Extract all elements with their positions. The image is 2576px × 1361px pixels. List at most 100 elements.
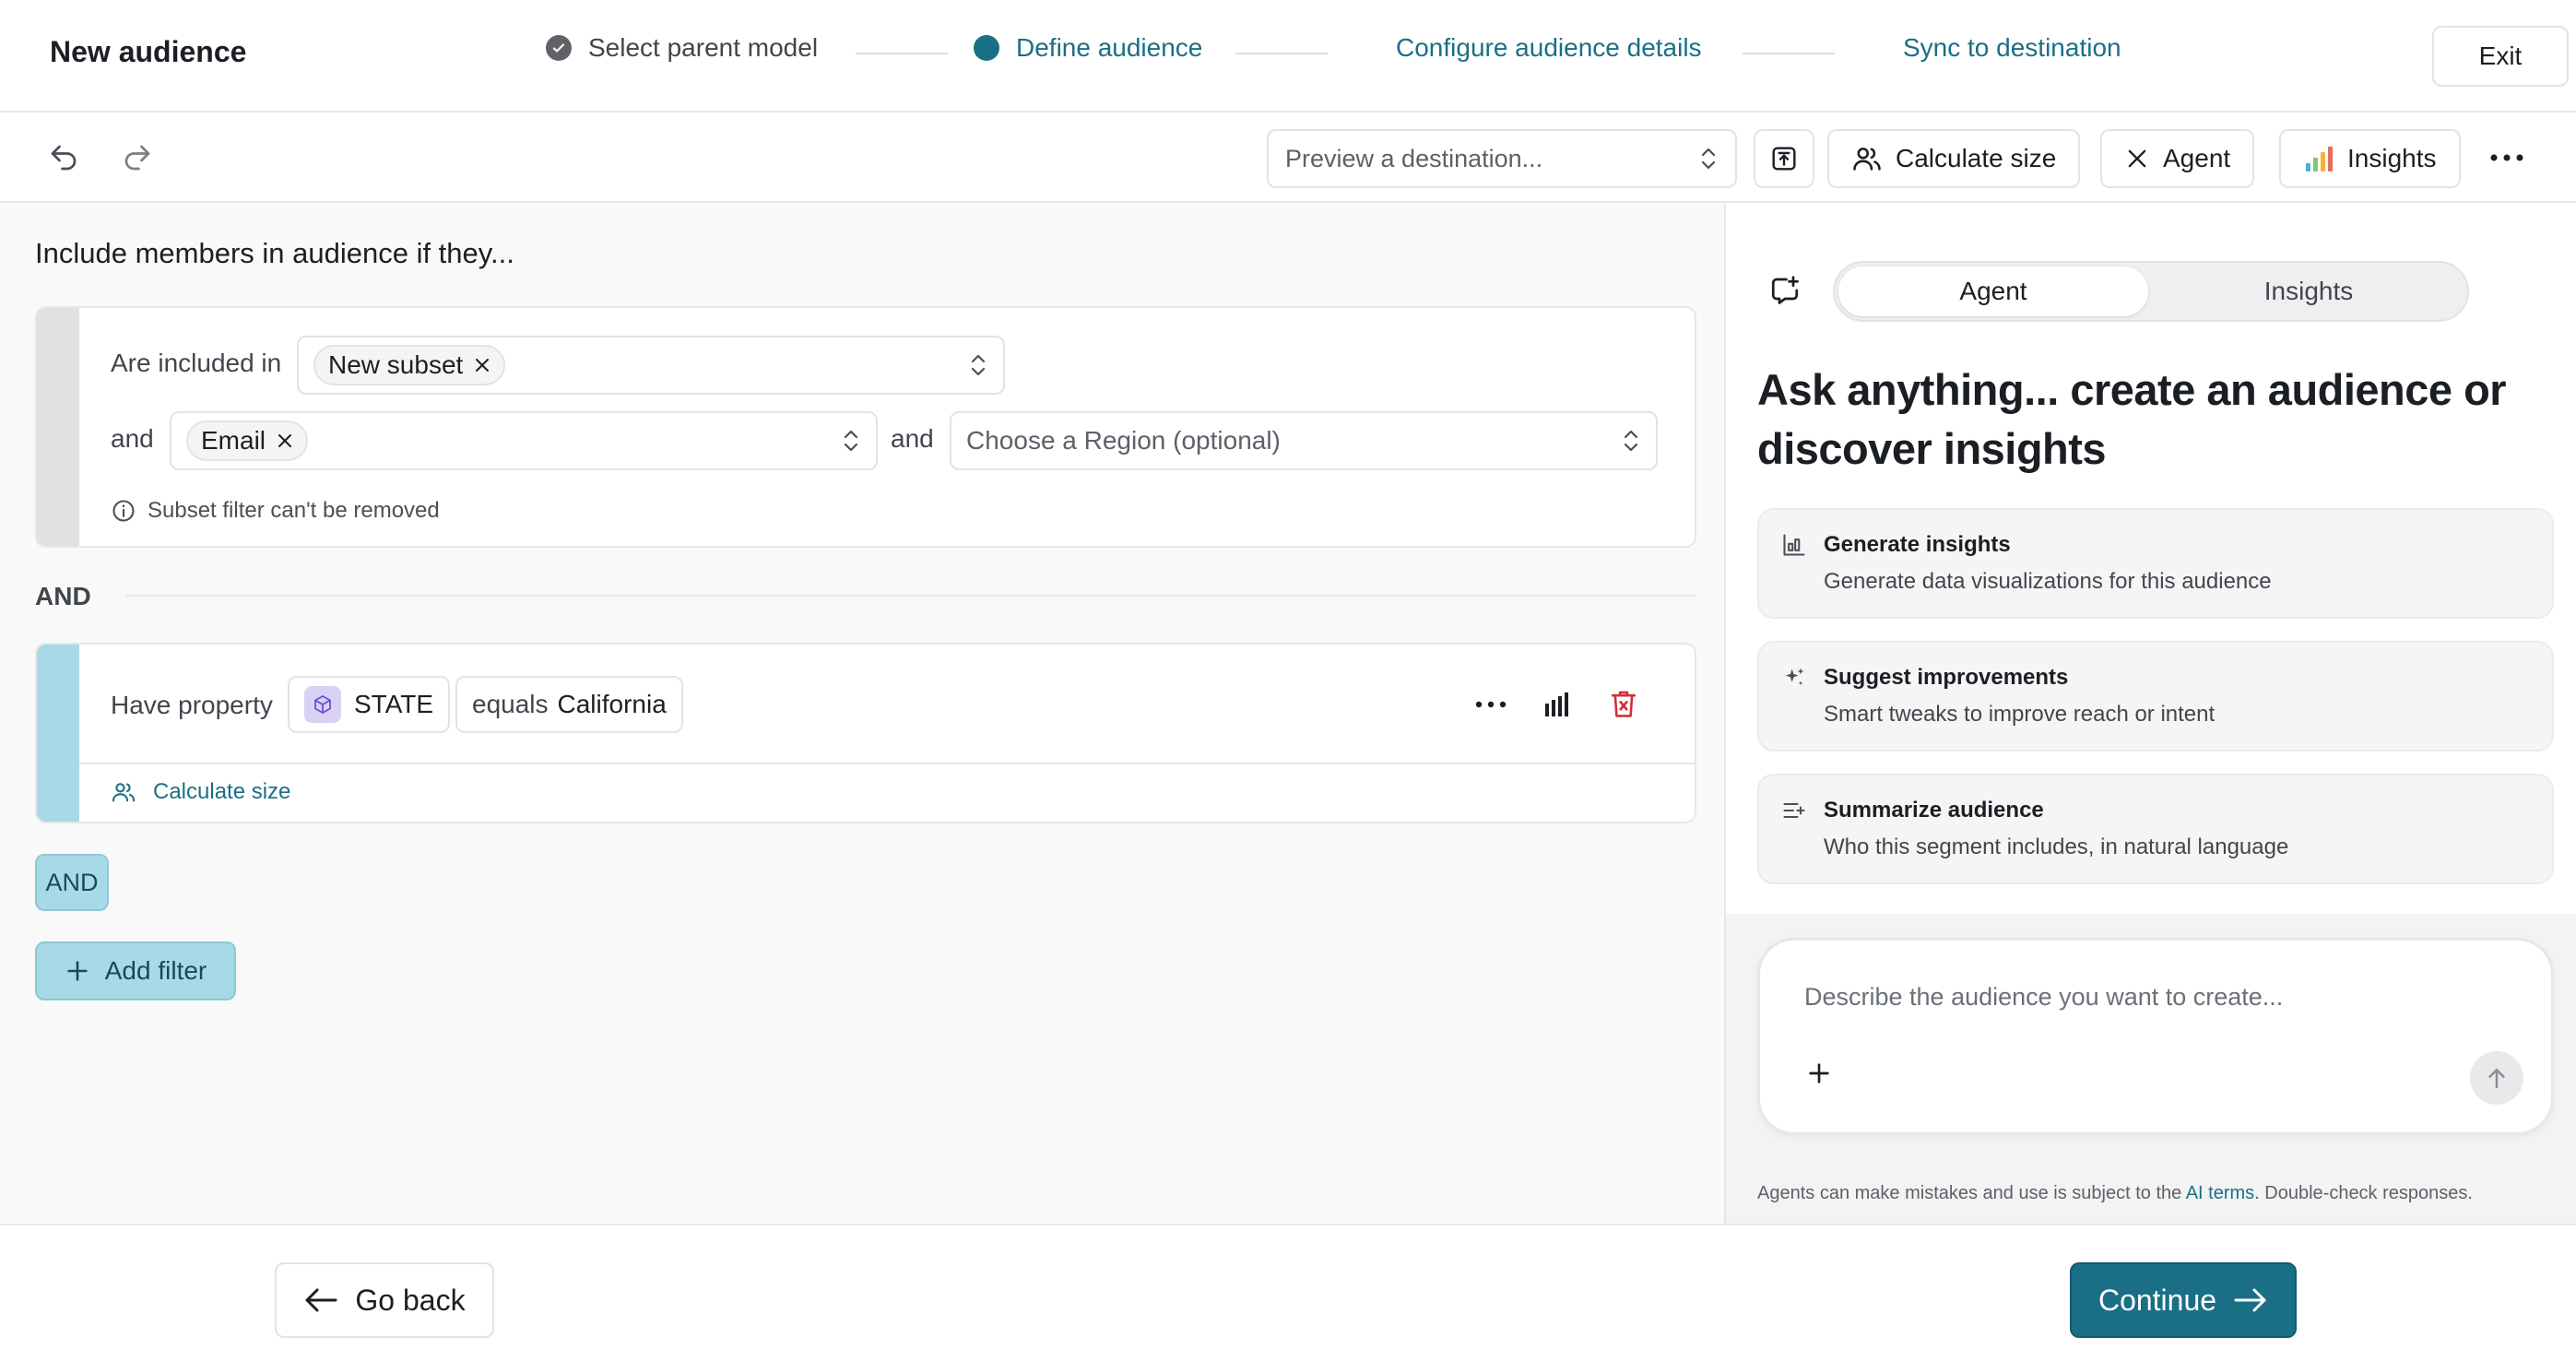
and-label: and: [111, 424, 154, 453]
exit-button[interactable]: Exit: [2432, 26, 2569, 87]
subset-chip-label: New subset: [328, 350, 464, 379]
tab-agent[interactable]: Agent: [1838, 266, 2148, 316]
subset-info: Subset filter can't be removed: [111, 498, 440, 524]
current-step-dot-icon: [974, 35, 999, 61]
suggestion-suggest-improvements[interactable]: Suggest improvements Smart tweaks to imp…: [1757, 641, 2554, 752]
disclaimer-suffix: Double-check responses.: [2259, 1183, 2473, 1203]
calculate-size-label: Calculate size: [153, 779, 291, 804]
step-label: Configure audience details: [1396, 33, 1702, 62]
send-arrow-icon[interactable]: [2470, 1051, 2523, 1105]
property-select[interactable]: STATE: [288, 676, 451, 733]
step-connector: [856, 53, 948, 54]
cube-icon: [304, 686, 341, 723]
builder-title: Include members in audience if they...: [35, 237, 514, 269]
calculate-size-button[interactable]: Calculate size: [1827, 129, 2081, 188]
subset-info-text: Subset filter can't be removed: [148, 498, 440, 523]
tab-insights[interactable]: Insights: [2154, 266, 2464, 316]
and-toggle-button[interactable]: AND: [35, 854, 109, 911]
toolbar: Preview a destination... Calculate size …: [0, 112, 2576, 203]
agent-label: Agent: [2163, 144, 2231, 172]
plus-icon[interactable]: [1804, 1059, 1834, 1088]
assistant-heading: Ask anything... create an audience or di…: [1757, 365, 2507, 473]
insights-button[interactable]: Insights: [2279, 129, 2461, 188]
region-placeholder: Choose a Region (optional): [966, 426, 1281, 455]
info-icon: [111, 498, 136, 524]
suggestion-title: Summarize audience: [1824, 798, 2044, 823]
add-filter-button[interactable]: Add filter: [35, 941, 236, 1000]
plus-icon: [65, 958, 90, 984]
insights-label: Insights: [2347, 144, 2437, 172]
arrow-right-icon: [2233, 1286, 2268, 1314]
suggestion-summarize-audience[interactable]: Summarize audience Who this segment incl…: [1757, 774, 2554, 884]
and-divider-label: AND: [35, 582, 91, 610]
step-sync-to-destination[interactable]: Sync to destination: [1903, 33, 2121, 63]
audience-builder: Include members in audience if they... A…: [0, 204, 1724, 1224]
close-icon[interactable]: [277, 432, 293, 449]
suggestion-title: Generate insights: [1824, 532, 2011, 557]
step-define-audience[interactable]: Define audience: [974, 33, 1202, 63]
users-icon: [111, 779, 136, 805]
subset-select[interactable]: New subset: [297, 336, 1005, 395]
sparkle-icon: [1781, 665, 1807, 691]
step-configure-audience-details[interactable]: Configure audience details: [1396, 33, 1702, 63]
upload-box-icon: [1769, 144, 1799, 173]
step-connector: [1743, 53, 1835, 54]
ai-terms-link[interactable]: AI terms.: [2186, 1183, 2260, 1203]
header: New audience Select parent model Define …: [0, 0, 2576, 112]
chevron-up-down-icon: [841, 427, 861, 455]
suggestion-description: Who this segment includes, in natural la…: [1824, 834, 2289, 859]
step-label: Sync to destination: [1903, 33, 2121, 62]
undo-icon[interactable]: [41, 135, 87, 181]
assistant-panel: Agent Insights Ask anything... create an…: [1724, 204, 2576, 1224]
chevron-up-down-icon: [968, 351, 988, 379]
add-filter-label: Add filter: [104, 956, 207, 985]
preview-destination-select[interactable]: Preview a destination...: [1267, 129, 1737, 188]
included-in-label: Are included in: [111, 349, 282, 377]
suggestion-description: Generate data visualizations for this au…: [1824, 569, 2272, 594]
bar-chart-icon: [1781, 532, 1807, 558]
card-divider: [79, 763, 1695, 764]
assistant-tabs: Agent Insights: [1833, 261, 2469, 322]
have-property-label: Have property: [111, 691, 273, 719]
card-calculate-size-link[interactable]: Calculate size: [111, 779, 290, 805]
suggestion-generate-insights[interactable]: Generate insights Generate data visualiz…: [1757, 508, 2554, 619]
suggestion-description: Smart tweaks to improve reach or intent: [1824, 702, 2216, 727]
more-options-icon[interactable]: [1468, 681, 1514, 728]
colored-bar-chart-icon: [2303, 143, 2334, 174]
channel-chip: Email: [186, 420, 309, 461]
bar-chart-icon[interactable]: [1534, 681, 1580, 728]
and-label: and: [891, 424, 934, 453]
region-select[interactable]: Choose a Region (optional): [950, 411, 1658, 470]
condition-select[interactable]: equals California: [455, 676, 683, 733]
channel-select[interactable]: Email: [170, 411, 878, 470]
delete-icon[interactable]: [1601, 681, 1647, 728]
chevron-up-down-icon: [1698, 145, 1719, 172]
close-icon[interactable]: [474, 357, 490, 373]
channel-chip-label: Email: [201, 426, 266, 455]
arrow-left-icon: [303, 1286, 338, 1314]
chat-input-box[interactable]: Describe the audience you want to create…: [1757, 938, 2554, 1135]
new-chat-icon[interactable]: [1768, 274, 1802, 307]
redo-icon[interactable]: [114, 135, 160, 181]
preview-destination-placeholder: Preview a destination...: [1285, 144, 1543, 172]
property-filter-card: Have property STATE equals California Ca…: [35, 643, 1696, 823]
export-button[interactable]: [1754, 129, 1814, 188]
agent-button[interactable]: Agent: [2100, 129, 2255, 188]
chat-area: Describe the audience you want to create…: [1726, 914, 2576, 1224]
card-accent-bar: [37, 308, 79, 546]
chat-input[interactable]: Describe the audience you want to create…: [1804, 983, 2283, 1012]
operator-label: equals: [472, 690, 549, 718]
subset-chip: New subset: [313, 345, 506, 385]
more-options-icon[interactable]: [2484, 135, 2530, 181]
go-back-button[interactable]: Go back: [275, 1262, 494, 1338]
page-title: New audience: [50, 35, 247, 68]
chevron-up-down-icon: [1621, 427, 1641, 455]
step-label: Select parent model: [588, 33, 819, 62]
footer: Go back Continue: [0, 1224, 2576, 1361]
step-select-parent-model[interactable]: Select parent model: [546, 33, 818, 63]
calculate-size-label: Calculate size: [1896, 144, 2057, 172]
and-divider-line: [125, 595, 1696, 597]
ai-disclaimer: Agents can make mistakes and use is subj…: [1757, 1183, 2473, 1204]
continue-button[interactable]: Continue: [2070, 1262, 2297, 1338]
check-circle-icon: [546, 35, 572, 61]
